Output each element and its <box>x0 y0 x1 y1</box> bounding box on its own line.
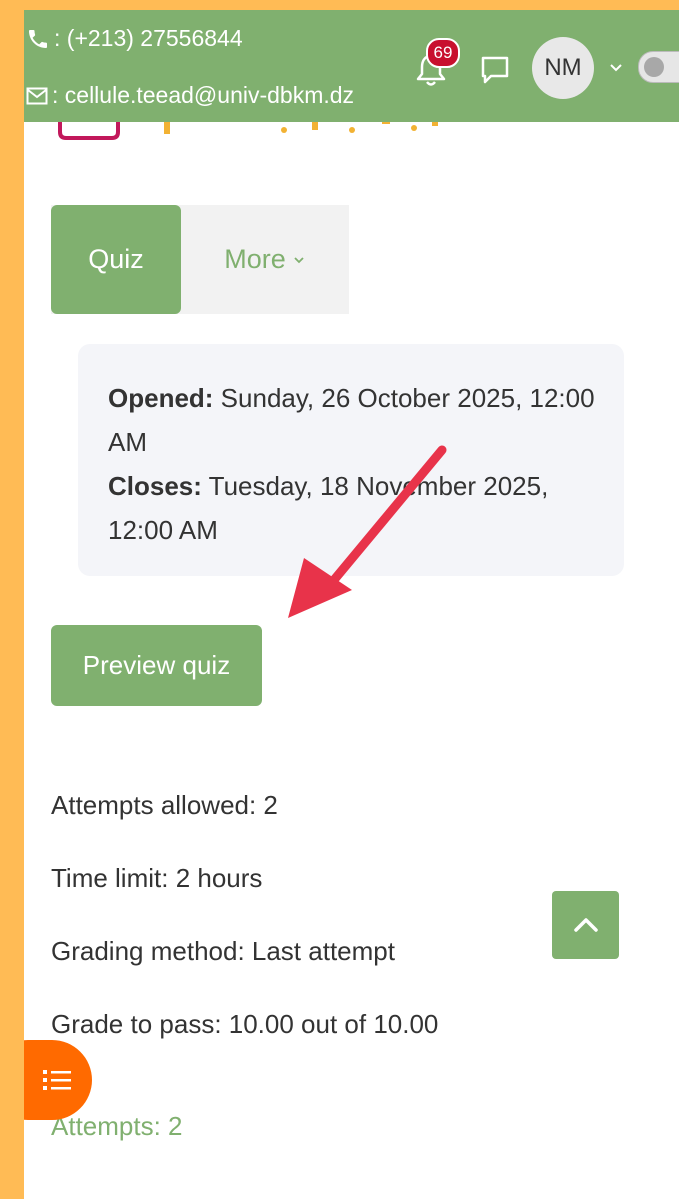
tab-quiz[interactable]: Quiz <box>51 205 181 314</box>
user-avatar[interactable]: NM <box>532 37 594 99</box>
email-address: : cellule.teead@univ-dbkm.dz <box>52 82 355 108</box>
list-icon <box>43 1070 71 1090</box>
opened-label: Opened: <box>108 383 214 413</box>
messages-button[interactable] <box>479 54 511 86</box>
chevron-up-icon <box>573 918 598 932</box>
phone-screen: : (+213) 27556844 : cellule.teead@univ-d… <box>24 10 679 1199</box>
attempts-allowed: Attempts allowed: 2 <box>51 790 278 820</box>
closes-label: Closes: <box>108 471 202 501</box>
attempts-link[interactable]: Attempts: 2 <box>51 1111 183 1142</box>
edit-mode-toggle[interactable] <box>638 51 679 83</box>
toggle-knob <box>644 57 664 77</box>
closes-date: Closes: Tuesday, 18 November 2025, 12:00… <box>108 464 604 552</box>
back-to-top-button[interactable] <box>552 891 619 959</box>
chevron-down-icon[interactable] <box>608 60 624 76</box>
phone-contact[interactable]: : (+213) 27556844 <box>26 25 243 52</box>
notification-count-badge: 69 <box>426 38 460 68</box>
tab-more[interactable]: More <box>181 205 349 314</box>
chat-bubble-icon <box>481 56 509 84</box>
tab-more-label: More <box>224 244 286 274</box>
secondary-navigation: Quiz More <box>51 205 349 314</box>
email-contact[interactable]: : cellule.teead@univ-dbkm.dz <box>26 82 354 109</box>
orange-frame: : (+213) 27556844 : cellule.teead@univ-d… <box>0 0 679 1199</box>
time-limit: Time limit: 2 hours <box>51 863 263 893</box>
chevron-down-icon <box>292 253 306 267</box>
phone-number: : (+213) 27556844 <box>54 25 243 51</box>
envelope-icon <box>26 87 48 105</box>
grade-to-pass: Grade to pass: 10.00 out of 10.00 <box>51 1009 439 1039</box>
grading-method: Grading method: Last attempt <box>51 936 395 966</box>
phone-icon <box>26 27 50 51</box>
opened-date: Opened: Sunday, 26 October 2025, 12:00 A… <box>108 376 604 464</box>
activity-dates: Opened: Sunday, 26 October 2025, 12:00 A… <box>78 344 624 576</box>
preview-quiz-button[interactable]: Preview quiz <box>51 625 262 706</box>
course-index-button[interactable] <box>24 1040 92 1120</box>
top-header-bar: : (+213) 27556844 : cellule.teead@univ-d… <box>24 10 679 122</box>
